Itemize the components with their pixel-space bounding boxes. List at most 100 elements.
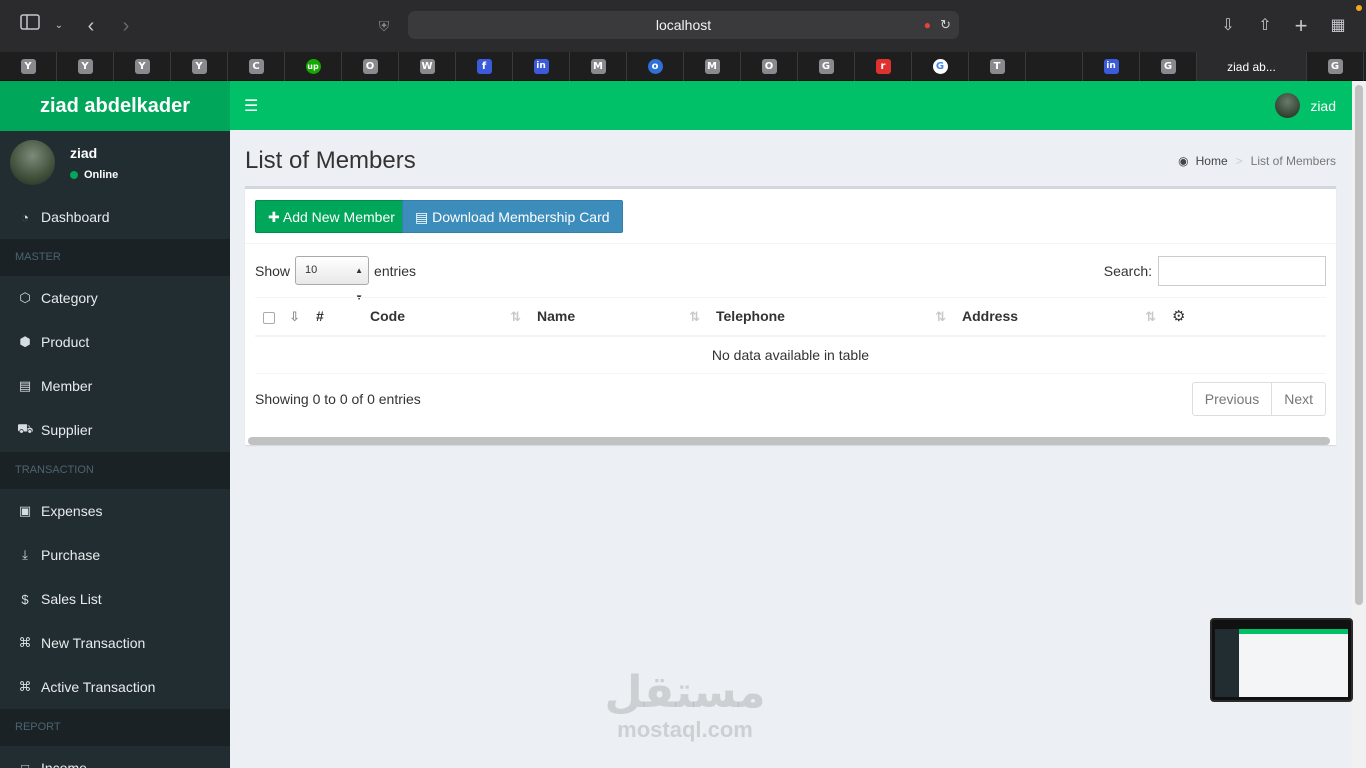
sidebar-item-label: Sales List [41, 591, 102, 607]
sidebar-item-sales-list[interactable]: $ Sales List [0, 577, 230, 621]
column-address[interactable]: Address ⇅ [954, 297, 1164, 337]
notification-dot [1356, 5, 1362, 11]
favorite-item[interactable]: Y [57, 52, 114, 81]
favorite-icon: C [248, 59, 264, 74]
select-all-checkbox[interactable] [263, 311, 275, 324]
status-badge: Online [70, 169, 118, 181]
favorite-icon: G [1160, 59, 1176, 74]
red-logo-icon: r [875, 59, 891, 74]
sort-icon: ⇅ [510, 309, 521, 324]
back-icon[interactable]: ‹ [79, 14, 103, 38]
favorite-item[interactable]: in [1083, 52, 1140, 81]
favorite-item[interactable]: O [342, 52, 399, 81]
select-all-header[interactable]: ⇩ [255, 297, 308, 337]
sort-icon: ⇅ [1145, 309, 1156, 324]
sidebar-item-expenses[interactable]: ▣ Expenses [0, 489, 230, 533]
favorite-item[interactable]: Y [0, 52, 57, 81]
download-icon: ⤓ [22, 547, 28, 562]
favorite-item[interactable]: G [798, 52, 855, 81]
sidebar-toggle-icon[interactable] [18, 14, 42, 38]
vertical-scrollbar[interactable] [1352, 81, 1366, 768]
column-number[interactable]: # [308, 297, 362, 337]
sidebar-user-name: ziad [70, 145, 98, 161]
user-menu[interactable]: ziad [1275, 93, 1336, 118]
table-info: Showing 0 to 0 of 0 entries [255, 391, 421, 407]
page-title: List of Members [245, 147, 416, 174]
next-button[interactable]: Next [1272, 383, 1325, 415]
horizontal-scrollbar[interactable] [248, 437, 1330, 445]
breadcrumb-separator: > [1235, 154, 1243, 168]
favorite-item[interactable]: in [513, 52, 570, 81]
menu-toggle-icon[interactable]: ☰ [244, 96, 258, 116]
scrollbar-thumb[interactable] [1355, 85, 1363, 605]
favorite-item[interactable]: Y [114, 52, 171, 81]
sidebar: ziad Online ◔ Dashboard MASTER ⬡ Category ⬢ Pr… [0, 131, 230, 768]
column-telephone[interactable]: Telephone ⇅ [708, 297, 954, 337]
favorite-item[interactable]: G [1140, 52, 1197, 81]
chevron-down-icon[interactable]: ⌄ [47, 14, 71, 38]
column-name[interactable]: Name ⇅ [529, 297, 708, 337]
shield-icon[interactable]: ⛨ [372, 14, 396, 38]
favorite-item[interactable]: up [285, 52, 342, 81]
browser-toolbar: ⌄ ‹ › ⛨ localhost ● ↻ ⇩ ⇧ + ▦ [0, 0, 1366, 52]
favorite-icon: M [590, 59, 606, 74]
favorite-item[interactable]: o [627, 52, 684, 81]
plus-circle-icon: ✚ [268, 209, 280, 225]
sort-desc-icon[interactable]: ⇩ [289, 309, 300, 325]
active-tab[interactable]: ziad ab... [1197, 52, 1307, 81]
favorite-item[interactable]: M [570, 52, 627, 81]
sidebar-item-label: Expenses [41, 503, 103, 519]
watermark: مستقل mostaql.com [600, 668, 770, 742]
favorite-item[interactable]: W [399, 52, 456, 81]
tab-overview-icon[interactable]: ▦ [1326, 14, 1350, 38]
top-navbar: ☰ ziad [230, 81, 1352, 130]
column-code[interactable]: Code ⇅ [362, 297, 529, 337]
entries-label: entries [374, 262, 417, 279]
favorite-item[interactable]: C [228, 52, 285, 81]
microphone-icon[interactable]: ● [924, 11, 931, 39]
forward-icon[interactable]: › [114, 14, 138, 38]
column-code-label: Code [370, 308, 405, 325]
add-member-button[interactable]: ✚ Add New Member [255, 200, 408, 233]
sidebar-item-new-transaction[interactable]: ⌘ New Transaction [0, 621, 230, 665]
sidebar-item-supplier[interactable]: ⛟ Supplier [0, 408, 230, 452]
brand-logo[interactable]: ziad abdelkader [0, 81, 230, 131]
dashboard-icon: ◉ [1178, 154, 1189, 168]
top-user-name: ziad [1310, 97, 1336, 114]
previous-button[interactable]: Previous [1193, 383, 1273, 415]
search-input[interactable] [1158, 256, 1326, 286]
breadcrumb-home[interactable]: Home [1196, 154, 1228, 168]
screenshot-thumbnail[interactable] [1210, 618, 1353, 702]
share-icon[interactable]: ⇧ [1253, 14, 1277, 38]
add-member-label: Add New Member [282, 209, 395, 225]
dashboard-icon: ◔ [21, 209, 29, 225]
sidebar-item-category[interactable]: ⬡ Category [0, 276, 230, 320]
sidebar-item-product[interactable]: ⬢ Product [0, 320, 230, 364]
favorite-item[interactable]: T [969, 52, 1026, 81]
sidebar-item-member[interactable]: ▤ Member [0, 364, 230, 408]
sidebar-item-purchase[interactable]: ⤓ Purchase [0, 533, 230, 577]
address-bar[interactable]: localhost ● ↻ [408, 11, 959, 39]
favorite-icon: G [818, 59, 834, 74]
favorite-item[interactable]: G [912, 52, 969, 81]
sidebar-item-income[interactable]: □ Income [0, 746, 230, 768]
new-tab-icon[interactable]: + [1289, 14, 1313, 38]
page-size-select[interactable]: 10 ▲ ▼ [295, 256, 370, 302]
sidebar-item-dashboard[interactable]: ◔ Dashboard [0, 195, 230, 239]
user-panel: ziad Online [0, 131, 230, 195]
favorite-item[interactable]: f [456, 52, 513, 81]
favorite-item[interactable]: M [684, 52, 741, 81]
reload-icon[interactable]: ↻ [940, 11, 951, 39]
favorite-item[interactable]: r [855, 52, 912, 81]
download-card-button[interactable]: ▤ Download Membership Card [402, 200, 623, 233]
favorite-item[interactable]: O [741, 52, 798, 81]
favorite-item[interactable]: Y [171, 52, 228, 81]
download-icon[interactable]: ⇩ [1216, 14, 1240, 38]
sort-icon: ⇅ [689, 309, 700, 324]
favorite-icon: M [704, 59, 720, 74]
sidebar-item-label: Category [41, 290, 98, 306]
sidebar-item-active-transaction[interactable]: ⌘ Active Transaction [0, 665, 230, 709]
sort-icon: ⇅ [935, 309, 946, 324]
favorite-item[interactable] [1026, 52, 1083, 81]
favorite-item[interactable]: G [1307, 52, 1364, 81]
